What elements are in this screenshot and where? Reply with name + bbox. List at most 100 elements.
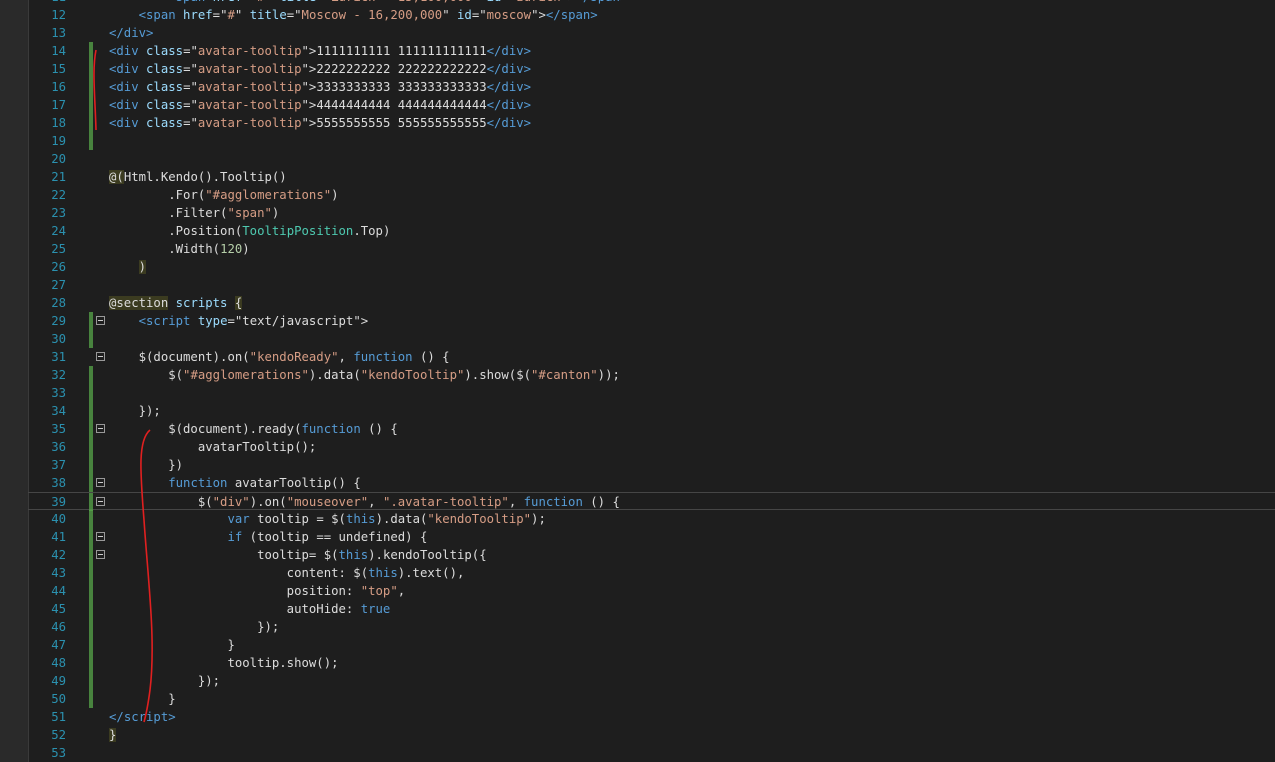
code-line[interactable]: 23 .Filter("span"): [28, 204, 1275, 222]
line-number: 30: [51, 332, 66, 346]
code-token: $(: [109, 368, 184, 382]
code-text: </div>: [109, 24, 153, 42]
code-line[interactable]: 43 content: $(this).text(),: [28, 564, 1275, 582]
code-token: .For(: [168, 188, 206, 202]
code-line[interactable]: 49 });: [28, 672, 1275, 690]
code-line[interactable]: 29 <script type="text/javascript">: [28, 312, 1275, 330]
code-token: .Filter(: [168, 206, 228, 220]
code-line[interactable]: 53: [28, 744, 1275, 762]
code-line[interactable]: 40 var tooltip = $(this).data("kendoTool…: [28, 510, 1275, 528]
code-token: title: [249, 8, 287, 22]
line-number: 38: [51, 476, 66, 490]
code-token: id: [487, 0, 502, 4]
code-line[interactable]: 12 <span href="#" title="Moscow - 16,200…: [28, 6, 1275, 24]
code-token: href: [183, 8, 213, 22]
code-text: $(document).ready(function () {: [109, 420, 398, 438]
code-token: ).show($(: [464, 368, 532, 382]
code-token: content: $(: [109, 566, 369, 580]
code-line[interactable]: 48 tooltip.show();: [28, 654, 1275, 672]
line-number: 17: [51, 98, 66, 112]
code-line[interactable]: 52}: [28, 726, 1275, 744]
code-text: });: [109, 618, 279, 636]
line-number: 22: [51, 188, 66, 202]
code-token: class: [146, 116, 184, 130]
code-line[interactable]: 14 <div class="avatar-tooltip">1111111111…: [28, 42, 1275, 60]
code-line[interactable]: 21 @(Html.Kendo().Tooltip(): [28, 168, 1275, 186]
code-text: content: $(this).text(),: [109, 564, 465, 582]
code-line[interactable]: 33: [28, 384, 1275, 402]
code-token: "top": [360, 584, 398, 598]
code-line[interactable]: 27: [28, 276, 1275, 294]
code-line[interactable]: 25 .Width(120): [28, 240, 1275, 258]
code-line[interactable]: 24 .Position(TooltipPosition.Top): [28, 222, 1275, 240]
code-line[interactable]: 17 <div class="avatar-tooltip">4444444444…: [28, 96, 1275, 114]
code-token: (tooltip == undefined) {: [242, 530, 428, 544]
code-text: <div class="avatar-tooltip">2222222222 2…: [109, 60, 531, 78]
code-token: tooltip= $(: [109, 548, 339, 562]
code-line[interactable]: 31 $(document).on("kendoReady", function…: [28, 348, 1275, 366]
code-token: ): [138, 260, 147, 274]
collapse-toggle-icon[interactable]: [96, 497, 105, 506]
change-indicator: [89, 672, 93, 690]
code-line[interactable]: 45 autoHide: true: [28, 600, 1275, 618]
collapse-toggle-icon[interactable]: [96, 424, 105, 433]
code-line[interactable]: 37 }): [28, 456, 1275, 474]
code-token: =": [286, 8, 302, 22]
collapse-toggle-icon[interactable]: [96, 550, 105, 559]
code-token: () {: [412, 350, 450, 364]
code-line[interactable]: 18 <div class="avatar-tooltip">5555555555…: [28, 114, 1275, 132]
line-number: 32: [51, 368, 66, 382]
code-token: ">: [353, 314, 369, 328]
code-token: "#canton": [531, 368, 598, 382]
code-token: }): [109, 458, 184, 472]
code-line[interactable]: 42 tooltip= $(this).kendoTooltip({: [28, 546, 1275, 564]
code-token: <div: [109, 80, 147, 94]
code-token: =": [212, 8, 228, 22]
collapse-toggle-icon[interactable]: [96, 316, 105, 325]
code-token: 1111111111 111111111111: [316, 44, 487, 58]
code-line[interactable]: 36 avatarTooltip();: [28, 438, 1275, 456]
code-line[interactable]: 41 if (tooltip == undefined) {: [28, 528, 1275, 546]
collapse-toggle-icon[interactable]: [96, 352, 105, 361]
code-text: .Width(120): [109, 240, 249, 258]
code-line[interactable]: 50 }: [28, 690, 1275, 708]
code-line[interactable]: 16 <div class="avatar-tooltip">3333333333…: [28, 78, 1275, 96]
code-token: =": [501, 0, 516, 4]
code-token: <script: [138, 314, 198, 328]
code-line[interactable]: 26 ): [28, 258, 1275, 276]
code-line[interactable]: 51 </script>: [28, 708, 1275, 726]
code-line[interactable]: 32 $("#agglomerations").data("kendoToolt…: [28, 366, 1275, 384]
code-line[interactable]: 22 .For("#agglomerations"): [28, 186, 1275, 204]
code-line[interactable]: 39 $("div").on("mouseover", ".avatar-too…: [28, 492, 1275, 511]
line-number: 53: [51, 746, 66, 760]
code-token: avatar-tooltip: [197, 80, 302, 94]
collapse-toggle-icon[interactable]: [96, 532, 105, 541]
code-line[interactable]: 38 function avatarTooltip() {: [28, 474, 1275, 492]
code-token: ": [265, 0, 280, 4]
code-line[interactable]: 30: [28, 330, 1275, 348]
code-line[interactable]: 13 </div>: [28, 24, 1275, 42]
code-token: avatar-tooltip: [197, 98, 302, 112]
code-token: ): [271, 206, 280, 220]
code-token: scripts: [175, 296, 228, 310]
code-token: ">: [301, 116, 317, 130]
change-indicator: [89, 636, 93, 654]
change-indicator: [89, 330, 93, 348]
code-line[interactable]: 47 }: [28, 636, 1275, 654]
code-line[interactable]: 44 position: "top",: [28, 582, 1275, 600]
code-line[interactable]: 34 });: [28, 402, 1275, 420]
code-line[interactable]: 28 @section scripts {: [28, 294, 1275, 312]
code-token: </div>: [486, 116, 532, 130]
line-number: 44: [51, 584, 66, 598]
code-line[interactable]: 35 $(document).ready(function () {: [28, 420, 1275, 438]
code-token: autoHide:: [109, 602, 361, 616]
code-line[interactable]: 19: [28, 132, 1275, 150]
collapse-toggle-icon[interactable]: [96, 478, 105, 487]
code-line[interactable]: 15 <div class="avatar-tooltip">2222222222…: [28, 60, 1275, 78]
code-line[interactable]: 20: [28, 150, 1275, 168]
code-token: #: [227, 8, 235, 22]
code-text: <div class="avatar-tooltip">1111111111 1…: [109, 42, 531, 60]
change-indicator: [89, 366, 93, 384]
code-line[interactable]: 46 });: [28, 618, 1275, 636]
